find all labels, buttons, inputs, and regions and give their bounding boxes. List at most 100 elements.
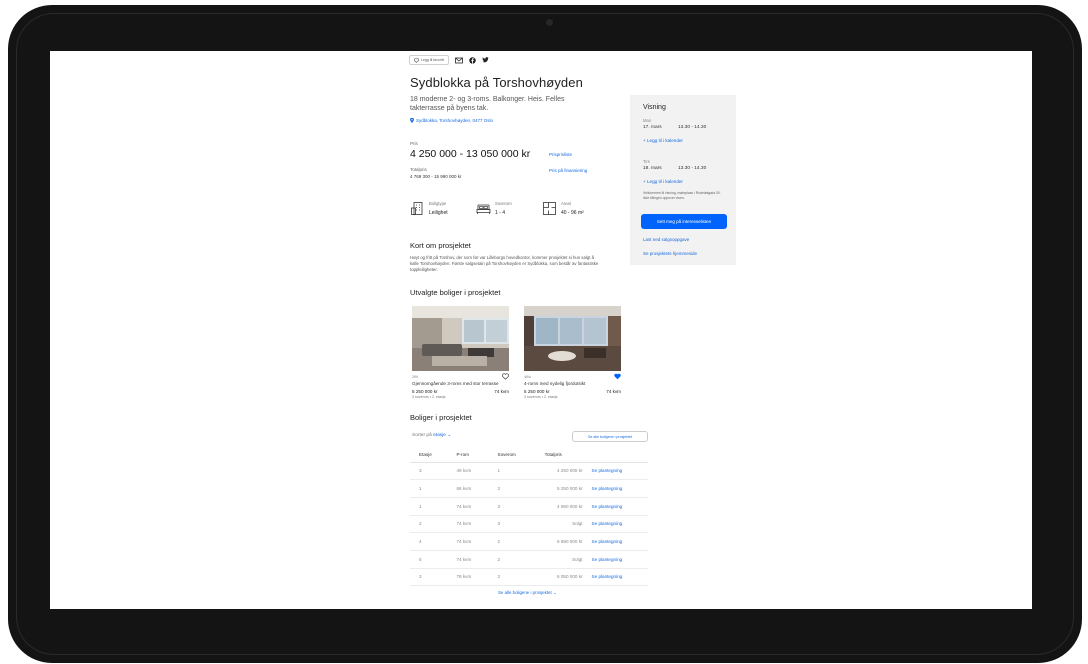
unit-area: 74 kvm xyxy=(494,389,509,394)
key-facts: Boligtype Leilighet Soverom 1 - 4 Areal 40 … xyxy=(410,201,608,216)
project-homepage-link[interactable]: Se prosjektets hjemmeside xyxy=(643,251,697,256)
fact-areal: Areal 40 - 96 m² xyxy=(542,201,608,216)
unit-name: Gjennomgående 3-roms med stor terrasse xyxy=(412,381,499,386)
units-heading: Boliger i prosjektet xyxy=(410,413,472,422)
floorplan-link[interactable]: Se plantegning xyxy=(586,515,648,534)
cell-bedrooms: 3 xyxy=(488,515,536,534)
table-row[interactable]: 1 74 kvm 3 4 950 000 kr Se plantegning xyxy=(410,497,648,516)
viewing-day: Man xyxy=(643,118,652,123)
cell-bedrooms: 2 xyxy=(488,550,536,569)
unit-meta: 3 soverom • 2. etasje xyxy=(412,395,446,399)
price-value: 4 250 000 - 13 050 000 kr xyxy=(410,148,531,160)
show-all-label: Se alle boligene i prosjektet xyxy=(498,590,552,595)
about-heading: Kort om prosjektet xyxy=(410,241,471,250)
viewing-time: 13.30 - 14.30 xyxy=(678,166,707,171)
viewing-date: 18. mars xyxy=(643,166,662,171)
table-header: Etasje P-rom Soverom Totalpris xyxy=(410,448,648,463)
unit-photo xyxy=(524,306,621,371)
unit-floor: 4fllu xyxy=(524,374,531,379)
cell-bedrooms: 2 xyxy=(488,568,536,587)
unit-name: 4-roms med nydelig fjordutsikt xyxy=(524,381,586,386)
address-text: Sydblokka, Torshovhøyden, 0477 Oslo xyxy=(416,118,493,123)
viewing-note: Velkommen til visning, møteplass i Rodel… xyxy=(643,191,721,200)
page-title: Sydblokka på Torshovhøyden xyxy=(410,75,583,90)
unit-card[interactable]: 2fllt Gjennomgående 3-roms med stor terr… xyxy=(412,306,509,399)
about-text: Høyt og fritt på Torshov, der som før va… xyxy=(410,255,599,272)
building-icon xyxy=(411,202,423,215)
fact-label: Soverom xyxy=(495,201,512,206)
table-row[interactable]: 5 74 kvm 2 Solgt Se plantegning xyxy=(410,550,648,569)
viewing-time: 13.30 - 14.30 xyxy=(678,125,707,130)
unit-floor: 2fllt xyxy=(412,374,418,379)
floorplan-link[interactable]: Se plantegning xyxy=(586,532,648,551)
interest-list-button[interactable]: Sett meg på interesselisten xyxy=(641,214,727,229)
table-row[interactable]: 3 78 kvm 2 6 050 000 kr Se plantegning xyxy=(410,568,648,587)
heart-outline-icon[interactable] xyxy=(502,373,509,380)
all-units-button[interactable]: Se alle boligene i prosjektet xyxy=(572,431,648,442)
page-subtitle: 18 moderne 2- og 3-roms. Balkonger. Heis… xyxy=(410,96,565,112)
viewing-date: 17. mars xyxy=(643,125,662,130)
floorplan-icon xyxy=(543,202,556,215)
unit-meta: 3 soverom • 2. etasje xyxy=(524,395,558,399)
floorplan-link[interactable]: Se plantegning xyxy=(586,497,648,516)
address-link[interactable]: Sydblokka, Torshovhøyden, 0477 Oslo xyxy=(410,118,493,123)
cell-price: 4 950 000 kr xyxy=(535,497,587,516)
browser-page: Legg til favoritt Sydblokka på Torshovhø… xyxy=(50,51,1032,609)
floorplan-link[interactable]: Se plantegning xyxy=(586,568,648,587)
favorite-button[interactable]: Legg til favoritt xyxy=(409,55,449,65)
cell-floor: 5 xyxy=(410,550,448,569)
show-all-units-link[interactable]: Se alle boligene i prosjektet ⌄ xyxy=(498,590,557,596)
cell-area: 78 kvm xyxy=(447,568,489,587)
floorplan-link[interactable]: Se plantegning xyxy=(586,479,648,498)
add-to-calendar-link[interactable]: + Legg til i kalender xyxy=(643,179,683,184)
table-row[interactable]: 4 74 kvm 2 5 890 000 kr Se plantegning xyxy=(410,532,648,551)
fact-soverom: Soverom 1 - 4 xyxy=(476,201,542,216)
cell-floor: 3 xyxy=(410,462,448,481)
cell-bedrooms: 3 xyxy=(488,497,536,516)
cell-price: 5 250 000 kr xyxy=(535,479,587,498)
unit-price: 5 250 000 kr xyxy=(412,389,438,394)
share-row: Legg til favoritt xyxy=(409,55,489,65)
cell-price: Solgt xyxy=(535,550,587,569)
heart-filled-icon[interactable] xyxy=(614,373,621,380)
cell-floor: 1 xyxy=(410,497,448,516)
facebook-icon[interactable] xyxy=(469,56,476,64)
cell-price: 5 890 000 kr xyxy=(535,532,587,551)
viewing-title: Visning xyxy=(643,104,666,111)
sort-control[interactable]: Sorter på etasje ⌄ xyxy=(412,433,451,438)
twitter-icon[interactable] xyxy=(482,57,489,63)
table-row[interactable]: 2 74 kvm 3 Solgt Se plantegning xyxy=(410,515,648,534)
cell-price: 4 250 000 kr xyxy=(535,462,587,481)
cell-area: 74 kvm xyxy=(447,532,489,551)
cell-bedrooms: 2 xyxy=(488,532,536,551)
price-label: Pris xyxy=(410,141,418,146)
fact-label: Boligtype xyxy=(429,201,447,206)
unit-area: 74 kvm xyxy=(606,389,621,394)
add-to-calendar-link[interactable]: + Legg til i kalender xyxy=(643,138,683,143)
table-row[interactable]: 1 66 kvm 2 5 250 000 kr Se plantegning xyxy=(410,479,648,498)
col-prom: P-rom xyxy=(447,448,489,463)
favorite-label: Legg til favoritt xyxy=(421,58,444,62)
cell-floor: 1 xyxy=(410,479,448,498)
unit-photo xyxy=(412,306,509,371)
financing-link[interactable]: Pris på finansiering xyxy=(549,168,587,173)
download-prospectus-link[interactable]: Last ned salgsoppgave xyxy=(643,237,689,242)
camera xyxy=(546,19,553,26)
fact-label: Areal xyxy=(561,201,571,206)
cell-area: 74 kvm xyxy=(447,550,489,569)
sort-prefix: Sorter på xyxy=(412,433,432,438)
fact-boligtype: Boligtype Leilighet xyxy=(410,201,476,216)
chevron-down-icon: ⌄ xyxy=(551,590,557,595)
unit-card[interactable]: 4fllu 4-roms med nydelig fjordutsikt 5 2… xyxy=(524,306,621,399)
floorplan-link[interactable]: Se plantegning xyxy=(586,462,648,481)
floorplan-link[interactable]: Se plantegning xyxy=(586,550,648,569)
cell-area: 49 kvm xyxy=(447,462,489,481)
total-price-label: Totalpris xyxy=(410,167,427,172)
price-list-link[interactable]: Prisprisliste xyxy=(549,152,572,157)
col-plan xyxy=(586,448,648,463)
col-soverom: Soverom xyxy=(488,448,536,463)
cell-price: Solgt xyxy=(535,515,587,534)
table-row[interactable]: 3 49 kvm 1 4 250 000 kr Se plantegning xyxy=(410,462,648,481)
mail-icon[interactable] xyxy=(454,57,463,64)
cell-floor: 2 xyxy=(410,515,448,534)
